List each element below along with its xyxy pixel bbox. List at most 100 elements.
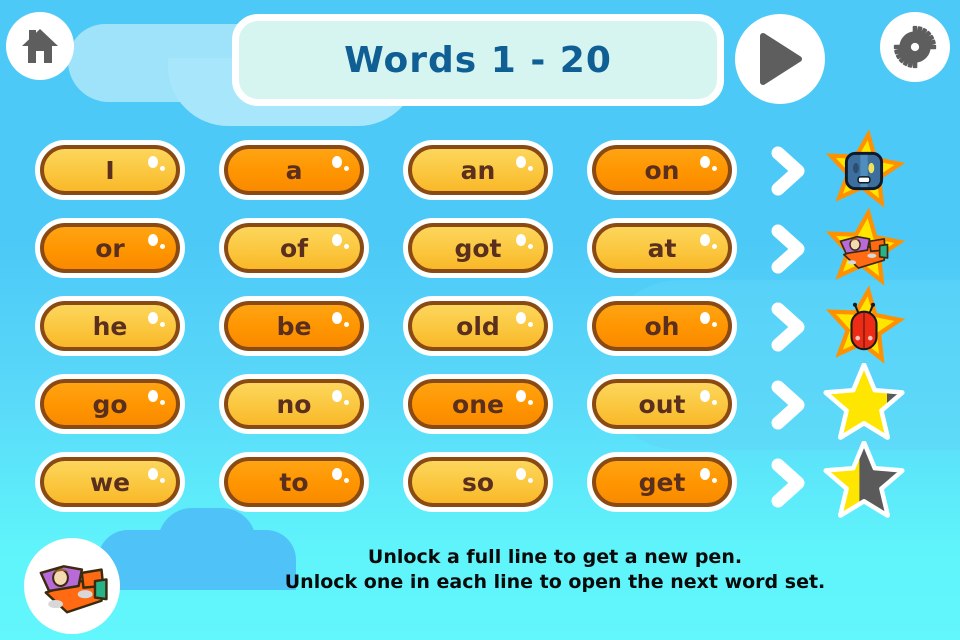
shine-highlight-small-icon <box>712 322 717 327</box>
shine-highlight-icon <box>700 312 710 324</box>
shine-highlight-icon <box>148 312 158 324</box>
next-arrow[interactable] <box>768 457 812 509</box>
word-button-wrapper: so <box>403 452 553 514</box>
word-label: oh <box>644 311 680 341</box>
word-button[interactable]: out <box>587 374 737 434</box>
word-button[interactable]: I <box>35 140 185 200</box>
word-button-face: I <box>40 145 180 195</box>
word-button-wrapper: get <box>587 452 737 514</box>
word-button-wrapper: at <box>587 218 737 280</box>
word-button[interactable]: go <box>35 374 185 434</box>
word-label: an <box>460 155 496 185</box>
shine-highlight-small-icon <box>712 478 717 483</box>
next-arrow[interactable] <box>768 379 812 431</box>
word-label: got <box>454 233 502 263</box>
word-button[interactable]: or <box>35 218 185 278</box>
word-button[interactable]: a <box>219 140 369 200</box>
shine-highlight-small-icon <box>344 478 349 483</box>
word-row: go no one out <box>0 363 960 447</box>
shine-highlight-icon <box>332 234 342 246</box>
word-button[interactable]: get <box>587 452 737 512</box>
airplane-icon <box>839 235 889 269</box>
word-button[interactable]: of <box>219 218 369 278</box>
play-button[interactable] <box>735 14 825 104</box>
word-label: so <box>461 467 495 497</box>
next-arrow-icon <box>771 224 805 274</box>
ladybug-icon <box>850 302 878 351</box>
word-button-face: an <box>408 145 548 195</box>
shine-highlight-small-icon <box>712 166 717 171</box>
word-button[interactable]: no <box>219 374 369 434</box>
next-arrow[interactable] <box>768 301 812 353</box>
word-button-wrapper: to <box>219 452 369 514</box>
word-button[interactable]: he <box>35 296 185 356</box>
word-button-wrapper: oh <box>587 296 737 358</box>
shine-highlight-icon <box>700 156 710 168</box>
word-button-face: a <box>224 145 364 195</box>
shine-highlight-icon <box>332 156 342 168</box>
word-button-face: got <box>408 223 548 273</box>
word-label: get <box>638 467 686 497</box>
reward-star[interactable] <box>818 285 910 369</box>
shine-highlight-small-icon <box>160 166 165 171</box>
footer-instructions: Unlock a full line to get a new pen. Unl… <box>160 545 950 595</box>
shine-highlight-icon <box>148 390 158 402</box>
shine-highlight-icon <box>700 390 710 402</box>
word-button[interactable]: be <box>219 296 369 356</box>
word-label: on <box>644 155 680 185</box>
reward-star[interactable] <box>818 207 910 291</box>
next-arrow-icon <box>771 146 805 196</box>
word-button-face: on <box>592 145 732 195</box>
word-label: one <box>452 389 504 419</box>
word-row: or of got at <box>0 207 960 291</box>
word-button[interactable]: oh <box>587 296 737 356</box>
word-button-wrapper: or <box>35 218 185 280</box>
word-button[interactable]: one <box>403 374 553 434</box>
word-button[interactable]: we <box>35 452 185 512</box>
home-button[interactable] <box>6 12 74 80</box>
word-button-wrapper: he <box>35 296 185 358</box>
word-button-wrapper: go <box>35 374 185 436</box>
word-label: at <box>647 233 677 263</box>
word-label: out <box>638 389 686 419</box>
next-arrow[interactable] <box>768 223 812 275</box>
shine-highlight-icon <box>332 390 342 402</box>
word-button-wrapper: on <box>587 140 737 202</box>
current-pen-badge[interactable] <box>24 538 120 634</box>
shine-highlight-icon <box>700 234 710 246</box>
word-button-face: old <box>408 301 548 351</box>
reward-star[interactable] <box>818 363 910 447</box>
settings-button[interactable] <box>880 12 950 82</box>
word-button[interactable]: old <box>403 296 553 356</box>
word-button-wrapper: out <box>587 374 737 436</box>
word-button-wrapper: we <box>35 452 185 514</box>
word-button-face: or <box>40 223 180 273</box>
shine-highlight-small-icon <box>528 166 533 171</box>
word-button[interactable]: so <box>403 452 553 512</box>
word-label: to <box>279 467 309 497</box>
word-button[interactable]: on <box>587 140 737 200</box>
word-button-face: of <box>224 223 364 273</box>
home-icon <box>22 29 58 63</box>
word-button[interactable]: got <box>403 218 553 278</box>
shine-highlight-small-icon <box>528 322 533 327</box>
word-label: no <box>276 389 312 419</box>
shine-highlight-icon <box>148 234 158 246</box>
word-button-wrapper: got <box>403 218 553 280</box>
word-row: he be old oh <box>0 285 960 369</box>
word-button-wrapper: one <box>403 374 553 436</box>
shine-highlight-small-icon <box>344 400 349 405</box>
reward-star[interactable] <box>818 129 910 213</box>
word-button-wrapper: old <box>403 296 553 358</box>
reward-star[interactable] <box>818 441 910 525</box>
word-button[interactable]: at <box>587 218 737 278</box>
page-title-panel: Words 1 - 20 <box>232 14 724 106</box>
word-button[interactable]: an <box>403 140 553 200</box>
reward-star-progress <box>823 441 905 518</box>
reward-icon <box>843 302 885 352</box>
word-label: he <box>92 311 128 341</box>
shine-highlight-icon <box>148 468 158 480</box>
next-arrow[interactable] <box>768 145 812 197</box>
word-button[interactable]: to <box>219 452 369 512</box>
shine-highlight-icon <box>332 312 342 324</box>
